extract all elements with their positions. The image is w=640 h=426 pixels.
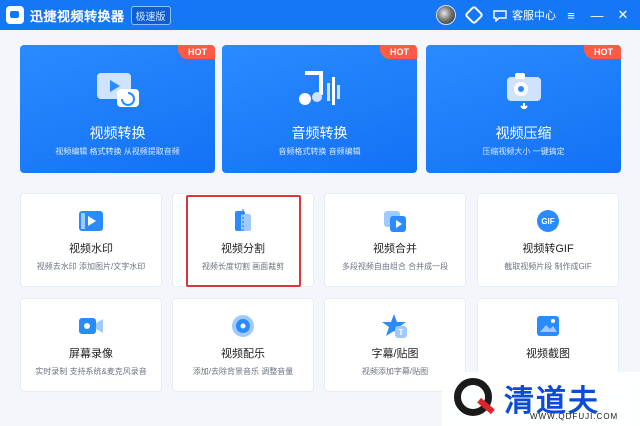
app-logo-icon xyxy=(6,6,24,24)
card-video-convert[interactable]: HOT 视频转换 视频编辑 格式转换 从视频提取音频 xyxy=(20,45,215,173)
card-desc: 音频格式转换 音频编辑 xyxy=(278,147,361,156)
vip-icon[interactable] xyxy=(464,5,484,25)
card-title: 视频合并 xyxy=(373,243,417,255)
card-desc: 压缩视频大小 一键搞定 xyxy=(482,147,565,156)
avatar[interactable] xyxy=(436,5,456,25)
card-title: 视频转GIF xyxy=(522,243,574,255)
service-center-link[interactable]: 客服中心 xyxy=(512,7,556,23)
close-button[interactable]: ✕ xyxy=(612,7,634,23)
screenshot-icon xyxy=(537,316,559,336)
video-convert-icon xyxy=(96,73,139,107)
card-desc: 截取视频片段 制作成GIF xyxy=(504,262,592,271)
music-note-icon xyxy=(298,71,340,105)
card-desc: 多段视频自由组合 合并成一段 xyxy=(341,262,449,271)
screen-record-icon xyxy=(79,318,103,334)
card-video-compress[interactable]: HOT 视频压缩 压缩视频大小 一键搞定 xyxy=(426,45,621,173)
gif-icon: GIF xyxy=(537,210,559,232)
card-title: 屏幕录像 xyxy=(69,348,113,360)
minimize-button[interactable]: — xyxy=(586,8,608,23)
site-watermark: 清道夫 WWW.QDFUJI.COM xyxy=(442,372,640,426)
svg-text:GIF: GIF xyxy=(541,217,554,226)
card-video-watermark[interactable]: 视频水印 视频去水印 添加图片/文字水印 xyxy=(20,193,162,287)
watermark-logo-icon xyxy=(454,378,492,416)
svg-text:T: T xyxy=(399,328,404,337)
card-title: 视频转换 xyxy=(89,125,146,141)
card-desc: 添加/去除背景音乐 调整音量 xyxy=(192,367,294,376)
card-title: 视频分割 xyxy=(221,243,265,255)
card-video-split[interactable]: 视频分割 视频长度切割 画面裁剪 xyxy=(172,193,314,287)
card-title: 视频压缩 xyxy=(495,125,552,141)
card-video-to-gif[interactable]: GIF 视频转GIF 截取视频片段 制作成GIF xyxy=(477,193,619,287)
chat-icon[interactable] xyxy=(492,7,508,23)
card-video-merge[interactable]: 视频合并 多段视频自由组合 合并成一段 xyxy=(324,193,466,287)
card-desc: 视频去水印 添加图片/文字水印 xyxy=(36,262,146,271)
card-video-music[interactable]: 视频配乐 添加/去除背景音乐 调整音量 xyxy=(172,298,314,392)
card-desc: 视频长度切割 画面裁剪 xyxy=(201,262,285,271)
card-screen-record[interactable]: 屏幕录像 实时录制 支持系统&麦克风录音 xyxy=(20,298,162,392)
card-title: 音频转换 xyxy=(291,125,348,141)
card-title: 视频水印 xyxy=(69,243,113,255)
title-bar: 迅捷视频转换器 极速版 客服中心 ≡ — ✕ xyxy=(0,0,640,30)
card-audio-convert[interactable]: HOT 音频转换 音频格式转换 音频编辑 xyxy=(222,45,417,173)
card-desc: 实时录制 支持系统&麦克风录音 xyxy=(35,367,147,376)
edition-badge: 极速版 xyxy=(130,5,171,25)
menu-icon[interactable]: ≡ xyxy=(560,8,582,23)
card-title: 视频配乐 xyxy=(221,348,265,360)
split-icon xyxy=(235,209,251,233)
hot-badge: HOT xyxy=(380,45,417,59)
merge-icon xyxy=(384,211,406,232)
card-title: 字幕/贴图 xyxy=(371,348,419,360)
hot-badge: HOT xyxy=(178,45,215,59)
camera-compress-icon xyxy=(506,73,541,109)
card-desc: 视频编辑 格式转换 从视频提取音频 xyxy=(55,147,180,156)
watermark-url: WWW.QDFUJI.COM xyxy=(530,412,619,421)
music-dub-icon xyxy=(232,315,254,337)
subtitle-star-icon: T xyxy=(382,314,407,338)
app-title: 迅捷视频转换器 xyxy=(30,8,125,24)
hot-badge: HOT xyxy=(584,45,621,59)
watermark-icon xyxy=(79,211,103,231)
card-title: 视频截图 xyxy=(526,348,570,360)
